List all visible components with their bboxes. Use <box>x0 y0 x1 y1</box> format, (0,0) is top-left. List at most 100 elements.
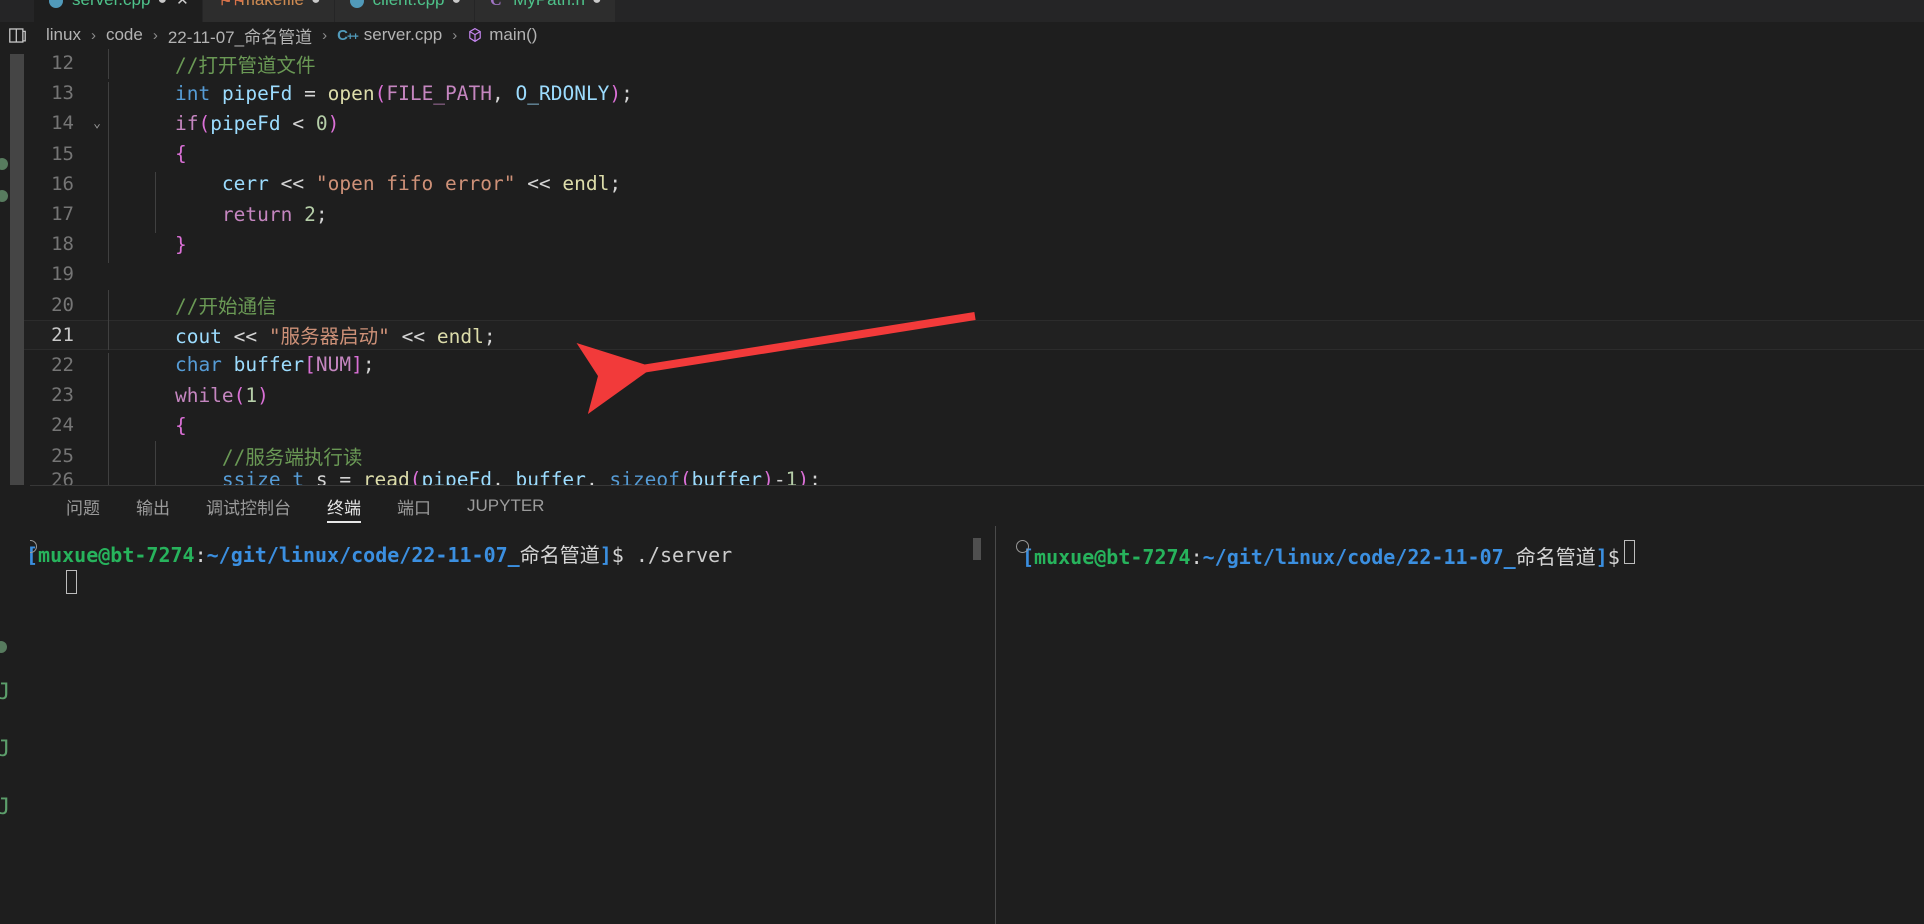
tab-dirty-indicator[interactable]: ● <box>592 0 602 9</box>
panel-tab-端口[interactable]: 端口 <box>379 486 449 526</box>
line-number: 18 <box>51 233 74 256</box>
code-line[interactable]: 14 ⌄ if(pipeFd < 0) <box>24 108 1924 143</box>
tab-dirty-indicator[interactable]: ● <box>452 0 462 9</box>
breadcrumb-item[interactable]: C++ server.cpp <box>335 25 444 45</box>
split-editor-icon[interactable] <box>0 22 34 48</box>
code-line[interactable]: 19 <box>24 259 1924 289</box>
code-token: ; <box>362 353 375 377</box>
breadcrumb-item[interactable]: 22-11-07_命名管道 <box>166 23 314 48</box>
line-number: 14 <box>51 112 74 135</box>
code-token: int <box>128 81 211 105</box>
breadcrumb-label: linux <box>46 25 81 44</box>
terminal-text: muxue@bt-7274 <box>1034 545 1191 569</box>
code-token: cerr <box>128 172 269 196</box>
code-line[interactable]: 15 { <box>24 139 1924 173</box>
breadcrumb-label: 22-11-07_命名管道 <box>167 27 313 47</box>
panel-tab-JUPYTER[interactable]: JUPYTER <box>449 486 562 526</box>
tab-dirty-indicator[interactable]: ● <box>311 0 321 9</box>
code-line-text: cerr << "open fifo error" << endl; <box>108 172 621 203</box>
code-line[interactable]: 12 //打开管道文件 <box>24 48 1924 79</box>
line-number: 25 <box>51 444 74 467</box>
code-line[interactable]: 13 int pipeFd = open(FILE_PATH, O_RDONLY… <box>24 78 1924 112</box>
code-line-text: cout << "服务器启动" << endl; <box>108 320 496 351</box>
code-line[interactable]: 24 { <box>24 410 1924 445</box>
breadcrumb-item[interactable]: linux <box>44 25 83 45</box>
terminal-text: : <box>1190 545 1203 569</box>
terminal-right[interactable]: [muxue@bt-7274: ~/git/linux/code/22-11-07… <box>995 526 1924 924</box>
breadcrumb[interactable]: linux › code › 22-11-07_命名管道 › C++ server.cpp › m… <box>34 23 539 48</box>
fold-chevron-icon[interactable]: ⌄ <box>86 116 108 131</box>
code-line[interactable]: 16 cerr << "open fifo error" << endl; <box>24 169 1924 203</box>
editor-tab-server-cpp[interactable]: server.cpp ● ✕ <box>34 0 203 22</box>
code-token: < <box>280 111 316 135</box>
breadcrumb-item[interactable]: main() <box>465 25 539 45</box>
code-token: FILE_PATH <box>386 81 493 105</box>
code-editor[interactable]: 12 //打开管道文件 13 int pipeFd = open(FILE_PAT… <box>0 48 1924 485</box>
code-token: ] <box>351 353 363 377</box>
code-line-text: ssize_t s = read(pipeFd, buffer, sizeof(… <box>108 468 821 485</box>
code-token: ) <box>327 111 340 135</box>
terminal-text: $ <box>1607 545 1620 569</box>
editor-tab-client-cpp[interactable]: client.cpp ● <box>334 0 476 22</box>
code-line[interactable]: 20 //开始通信 <box>24 290 1924 321</box>
editor-tab-makefile[interactable]: ⚑⚑makefile ● <box>202 0 335 22</box>
code-token: ( <box>679 468 692 485</box>
code-line-text: return 2; <box>108 202 328 233</box>
code-token: open <box>327 81 375 105</box>
panel-tab-问题[interactable]: 问题 <box>48 486 118 526</box>
terminal-cursor <box>1623 540 1635 564</box>
code-token: ( <box>374 81 387 105</box>
code-lines-container[interactable]: 12 //打开管道文件 13 int pipeFd = open(FILE_PAT… <box>24 48 1924 485</box>
code-line[interactable]: 23 while(1) <box>24 380 1924 414</box>
code-token: buffer <box>515 468 586 485</box>
code-token: ) <box>609 81 622 105</box>
terminal-text: 命名管道 <box>1515 545 1596 569</box>
terminal-split-container[interactable]: [muxue@bt-7274: ~/git/linux/code/22-11-07… <box>0 526 1924 924</box>
indent-guide <box>155 468 156 485</box>
breadcrumb-row: linux › code › 22-11-07_命名管道 › C++ server.cpp › m… <box>0 22 1924 48</box>
editor-vertical-scrollbar[interactable] <box>10 54 24 485</box>
code-line[interactable]: 21 cout << "服务器启动" << endl; <box>24 319 1924 351</box>
code-line-text: //打开管道文件 <box>108 48 316 79</box>
code-token: //打开管道文件 <box>128 53 316 77</box>
editor-tab-mypath-h[interactable]: C MyPath.h ● <box>475 0 616 22</box>
panel-tab-list[interactable]: 问题 输出 调试控制台 终端 端口 JUPYTER <box>0 486 1924 526</box>
breadcrumb-label: main() <box>489 25 538 44</box>
terminal-text: ~/git/linux/code/22-11-07_ <box>206 543 520 567</box>
line-number: 22 <box>51 353 74 376</box>
terminal-scrollbar[interactable] <box>973 538 981 560</box>
code-line[interactable]: 25 //服务端执行读 <box>24 440 1924 472</box>
code-line[interactable]: 17 return 2; <box>24 199 1924 233</box>
code-line[interactable]: 22 char buffer[NUM]; <box>24 350 1924 384</box>
terminal-left[interactable]: [muxue@bt-7274: ~/git/linux/code/22-11-07… <box>0 526 995 924</box>
code-line[interactable]: 26 ssize_t s = read(pipeFd, buffer, size… <box>24 468 1924 485</box>
panel-tab-输出[interactable]: 输出 <box>118 486 188 526</box>
panel-tab-调试控制台[interactable]: 调试控制台 <box>188 486 309 526</box>
code-line[interactable]: 18 } <box>24 229 1924 263</box>
makefile-icon: ⚑⚑ <box>218 0 246 9</box>
code-line-text: char buffer[NUM]; <box>108 353 375 384</box>
code-line-text: if(pipeFd < 0) <box>108 111 340 143</box>
tab-close-icon[interactable]: ✕ <box>176 0 189 9</box>
indent-guide <box>108 441 109 472</box>
breadcrumb-item[interactable]: code <box>104 25 145 45</box>
code-line-text: { <box>108 413 187 445</box>
line-number: 17 <box>51 203 74 226</box>
overview-marker <box>0 190 8 202</box>
code-token: buffer <box>233 353 305 377</box>
code-line-text: int pipeFd = open(FILE_PATH, O_RDONLY); <box>108 81 633 112</box>
terminal-text: ~/git/linux/code/22-11-07_ <box>1202 545 1516 569</box>
editor-tab-label: makefile <box>241 0 304 10</box>
code-line-text: //开始通信 <box>108 290 276 321</box>
editor-tab-label: server.cpp <box>72 0 150 10</box>
code-token: pipeFd <box>210 111 281 135</box>
code-token: - <box>773 468 786 485</box>
code-token: sizeof <box>609 468 680 485</box>
code-token: endl <box>562 172 610 196</box>
line-number: 15 <box>51 142 74 165</box>
line-number: 26 <box>51 468 74 485</box>
tab-dirty-indicator[interactable]: ● <box>157 0 167 9</box>
panel-tab-终端[interactable]: 终端 <box>309 486 379 526</box>
